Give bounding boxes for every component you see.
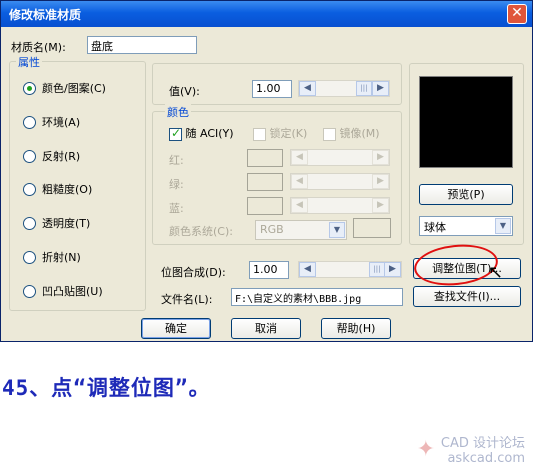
lock-label: 锁定(K) — [269, 127, 308, 140]
material-name-input[interactable]: 盘底 — [87, 36, 197, 54]
slider-track[interactable] — [308, 198, 372, 213]
close-button[interactable]: ✕ — [507, 4, 527, 24]
slider-track[interactable]: ||| — [316, 81, 372, 96]
radio-dot — [23, 250, 36, 264]
slider-right-icon[interactable]: ▶ — [372, 81, 389, 96]
red-slider[interactable]: ◀ ▶ — [290, 149, 390, 166]
dialog-title: 修改标准材质 — [9, 8, 82, 22]
value-slider[interactable]: ◀ ||| ▶ — [298, 80, 390, 97]
slider-thumb[interactable]: ||| — [356, 81, 372, 96]
preview-shape-select[interactable]: 球体 ▼ — [419, 216, 513, 236]
value-input[interactable]: 1.00 — [252, 80, 292, 98]
close-icon: ✕ — [511, 5, 523, 21]
color-system-value: RGB — [260, 223, 284, 236]
slider-left-icon[interactable]: ◀ — [291, 174, 308, 189]
tutorial-caption: 45、点“调整位图”。 — [2, 376, 211, 400]
material-name-label: 材质名(M): — [11, 41, 66, 54]
red-swatch — [247, 149, 283, 167]
slider-left-icon[interactable]: ◀ — [291, 198, 308, 213]
blue-slider[interactable]: ◀ ▶ — [290, 197, 390, 214]
material-dialog: 修改标准材质 ✕ 材质名(M): 盘底 属性 颜色/图案(C) 环境(A) 反射… — [0, 0, 533, 342]
radio-reflection[interactable]: 反射(R) — [23, 148, 80, 164]
color-system-swatch — [353, 218, 391, 238]
title-bar[interactable]: 修改标准材质 ✕ — [1, 1, 532, 27]
radio-label: 透明度(T) — [42, 217, 91, 230]
value-label: 值(V): — [169, 85, 200, 98]
lock-checkbox[interactable]: 锁定(K) — [253, 125, 307, 141]
find-file-button[interactable]: 查找文件(I)... — [413, 286, 521, 307]
radio-label: 凹凸贴图(U) — [42, 285, 103, 298]
slider-right-icon[interactable]: ▶ — [372, 174, 389, 189]
watermark-star-icon: ✦ — [416, 437, 435, 462]
radio-label: 颜色/图案(C) — [42, 82, 106, 95]
checkbox-box — [323, 127, 336, 141]
file-name-label: 文件名(L): — [161, 293, 213, 306]
ok-button[interactable]: 确定 — [141, 318, 211, 339]
help-button[interactable]: 帮助(H) — [321, 318, 391, 339]
slider-right-icon[interactable]: ▶ — [372, 150, 389, 165]
radio-label: 折射(N) — [42, 251, 81, 264]
preview-shape-value: 球体 — [424, 221, 446, 234]
green-slider[interactable]: ◀ ▶ — [290, 173, 390, 190]
watermark-line-2: askcad.com — [447, 451, 525, 466]
radio-label: 反射(R) — [42, 150, 81, 163]
watermark-line-1: CAD 设计论坛 — [440, 436, 525, 451]
radio-dot — [23, 81, 36, 95]
chevron-down-icon[interactable]: ▼ — [329, 222, 345, 238]
mirror-label: 镜像(M) — [339, 127, 380, 140]
material-preview — [419, 76, 513, 168]
by-aci-label: 随 ACI(Y) — [185, 127, 234, 140]
slider-right-icon[interactable]: ▶ — [372, 198, 389, 213]
radio-bump-map[interactable]: 凹凸贴图(U) — [23, 283, 103, 299]
bitmap-blend-input[interactable]: 1.00 — [249, 261, 289, 279]
file-name-input[interactable]: F:\自定义的素材\BBB.jpg — [231, 288, 403, 306]
radio-label: 环境(A) — [42, 116, 81, 129]
color-system-label: 颜色系统(C): — [169, 225, 233, 238]
green-swatch — [247, 173, 283, 191]
radio-dot — [23, 284, 36, 298]
cancel-button[interactable]: 取消 — [231, 318, 301, 339]
radio-refraction[interactable]: 折射(N) — [23, 249, 81, 265]
preview-button[interactable]: 预览(P) — [419, 184, 513, 205]
slider-track[interactable]: ||| — [316, 262, 385, 277]
chevron-down-icon[interactable]: ▼ — [495, 218, 511, 234]
attributes-legend: 属性 — [16, 54, 42, 70]
color-system-select[interactable]: RGB ▼ — [255, 220, 347, 240]
slider-track[interactable] — [308, 150, 372, 165]
radio-dot — [23, 149, 36, 163]
green-label: 绿: — [169, 178, 184, 191]
radio-label: 粗糙度(O) — [42, 183, 93, 196]
checkbox-box — [169, 126, 182, 141]
radio-transparency[interactable]: 透明度(T) — [23, 215, 90, 231]
red-label: 红: — [169, 154, 184, 167]
color-legend: 颜色 — [165, 104, 191, 120]
bitmap-blend-label: 位图合成(D): — [161, 266, 226, 279]
mirror-checkbox[interactable]: 镜像(M) — [323, 125, 380, 141]
radio-dot — [23, 115, 36, 129]
radio-color-pattern[interactable]: 颜色/图案(C) — [23, 80, 106, 96]
slider-right-icon[interactable]: ▶ — [384, 262, 401, 277]
blue-label: 蓝: — [169, 202, 184, 215]
slider-left-icon[interactable]: ◀ — [299, 262, 316, 277]
radio-roughness[interactable]: 粗糙度(O) — [23, 181, 92, 197]
mouse-pointer-icon: ↖ — [488, 262, 504, 283]
checkbox-box — [253, 127, 266, 141]
by-aci-checkbox[interactable]: 随 ACI(Y) — [169, 125, 234, 141]
bitmap-blend-slider[interactable]: ◀ ||| ▶ — [298, 261, 402, 278]
watermark: CAD 设计论坛 askcad.com — [441, 436, 525, 466]
blue-swatch — [247, 197, 283, 215]
radio-dot — [23, 216, 36, 230]
radio-dot — [23, 182, 36, 196]
radio-ambient[interactable]: 环境(A) — [23, 114, 80, 130]
slider-track[interactable] — [308, 174, 372, 189]
slider-left-icon[interactable]: ◀ — [299, 81, 316, 96]
slider-thumb[interactable]: ||| — [369, 262, 385, 277]
slider-left-icon[interactable]: ◀ — [291, 150, 308, 165]
